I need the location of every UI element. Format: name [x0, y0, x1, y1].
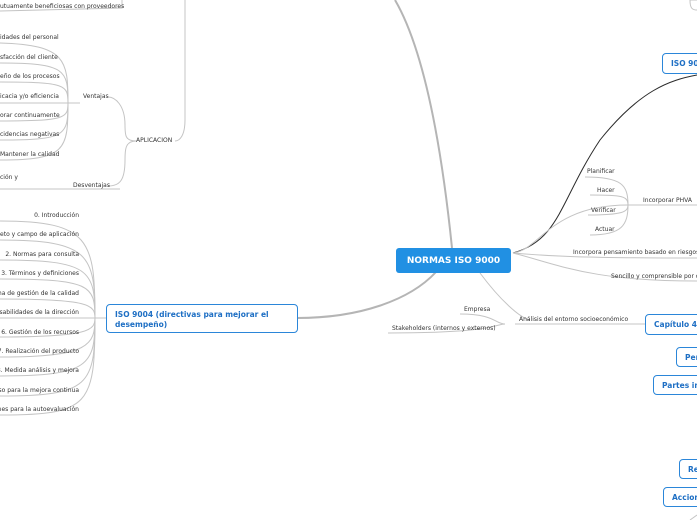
node-phva-item[interactable]: Planificar	[587, 168, 615, 176]
node-re[interactable]: Re	[679, 459, 697, 479]
node-ventajas[interactable]: Ventajas	[83, 93, 109, 101]
node-iso9004-item[interactable]: ema de gestión de la calidad	[0, 290, 79, 298]
node-ventaja[interactable]: eño de los procesos	[0, 73, 60, 81]
node-ventaja[interactable]: icacia y/o eficiencia	[0, 93, 59, 101]
node-relaciones-proveedores[interactable]: utuamente beneficiosas con proveedores	[0, 3, 124, 11]
connector-ventajas	[107, 96, 137, 142]
node-ventaja[interactable]: sfacción del cliente	[0, 54, 58, 62]
connector-central-iso9004	[296, 271, 437, 319]
node-phva-item[interactable]: Actuar	[595, 226, 615, 234]
node-per[interactable]: Per	[676, 347, 697, 367]
node-incorporar-phva[interactable]: Incorporar PHVA	[643, 197, 692, 205]
connector-lines	[0, 0, 697, 520]
node-ventaja[interactable]: Mantener la calidad	[0, 151, 59, 159]
node-central[interactable]: NORMAS ISO 9000	[396, 248, 511, 273]
node-phva-item[interactable]: Verificar	[591, 207, 616, 215]
node-analisis-entorno[interactable]: Análisis del entorno socioeconómico	[519, 316, 628, 324]
node-phva-item[interactable]: Hacer	[597, 187, 615, 195]
node-iso9004-item[interactable]: iones para la autoevaluación	[0, 406, 79, 414]
node-iso9004-item[interactable]: 0. Introducción	[34, 212, 79, 220]
node-partes[interactable]: Partes in	[653, 375, 697, 395]
connector-desventajas	[107, 140, 137, 187]
node-sencillo[interactable]: Sencillo y comprensible por cu	[611, 273, 697, 281]
node-iso9004-item[interactable]: onsabilidades de la dirección	[0, 309, 79, 317]
node-iso9004-item[interactable]: 8. Medida análisis y mejora	[0, 367, 79, 375]
node-iso9004-item[interactable]: eso para la mejora continua	[0, 387, 79, 395]
node-ventaja[interactable]: cidencias negativas	[0, 131, 59, 139]
node-empresa[interactable]: Empresa	[464, 306, 490, 314]
node-iso9004[interactable]: ISO 9004 (directivas para mejorar el des…	[106, 304, 298, 333]
mind-map-canvas: utuamente beneficiosas con proveedores A…	[0, 0, 697, 520]
node-desventajas[interactable]: Desventajas	[73, 182, 110, 190]
connector-central-top	[394, 0, 453, 249]
node-stakeholders[interactable]: Stakeholders (internos y externos)	[392, 325, 496, 333]
node-iso9001[interactable]: ISO 90	[662, 53, 697, 74]
node-riesgos[interactable]: Incorpora pensamiento basado en riesgos	[573, 249, 697, 257]
node-iso9004-item[interactable]: 3. Términos y definiciones	[1, 270, 79, 278]
node-iso9004-item[interactable]: Objeto y campo de aplicación	[0, 231, 79, 239]
node-accion[interactable]: Accion	[663, 487, 697, 507]
node-ventaja[interactable]: orar continuamente	[0, 112, 60, 120]
node-aplicacion[interactable]: APLICACION	[136, 137, 172, 145]
node-ventaja[interactable]: idades del personal	[0, 34, 59, 42]
node-iso9004-item[interactable]: 7. Realización del producto	[0, 348, 79, 356]
node-iso9004-item[interactable]: 2. Normas para consulta	[5, 251, 79, 259]
node-iso9004-item[interactable]: 6. Gestión de los recursos	[1, 329, 79, 337]
connector-aplicacion-up	[174, 0, 186, 142]
node-capitulo4[interactable]: Capítulo 4 (	[645, 314, 697, 335]
node-desventaja-item[interactable]: ción y	[0, 174, 18, 182]
